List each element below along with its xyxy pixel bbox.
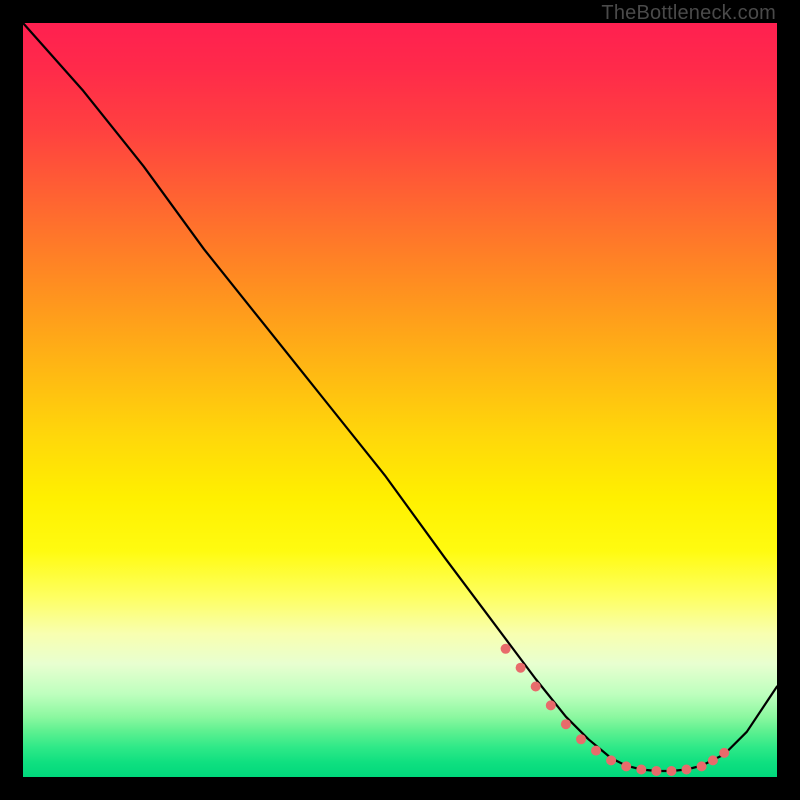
highlight-dots-group [501,644,730,776]
highlight-dot [719,748,729,758]
highlight-dot [501,644,511,654]
highlight-dot [531,682,541,692]
chart-svg [23,23,777,777]
highlight-dot [697,761,707,771]
highlight-dot [576,734,586,744]
watermark-text: TheBottleneck.com [601,2,776,25]
plot-area [23,23,777,777]
highlight-dot [651,766,661,776]
highlight-dot [708,755,718,765]
highlight-dot [561,719,571,729]
highlight-dot [666,766,676,776]
highlight-dot [591,746,601,756]
highlight-dot [621,761,631,771]
highlight-dot [682,765,692,775]
highlight-dot [606,755,616,765]
bottleneck-curve [23,23,777,771]
chart-frame: TheBottleneck.com [0,0,800,800]
highlight-dot [546,700,556,710]
highlight-dot [516,663,526,673]
highlight-dot [636,765,646,775]
